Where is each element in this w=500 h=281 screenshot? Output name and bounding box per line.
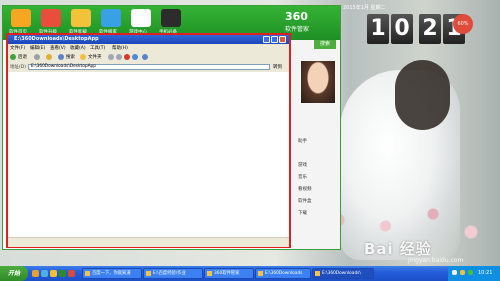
go-button[interactable]: 转到 [273,64,287,70]
side-item[interactable]: 看视频 [298,186,312,192]
trash-icon[interactable] [71,9,91,27]
search-button[interactable]: 搜索 [66,54,75,60]
clock-digit-2: 0 [391,14,413,44]
wallpaper-figure-hair [395,60,450,130]
back-arrow-icon[interactable] [10,54,16,60]
quicklaunch-icon[interactable] [41,270,48,277]
folders-icon[interactable] [80,54,86,60]
folder-content-area[interactable] [8,72,289,237]
explorer-titlebar[interactable]: E:\360Downloads\DesktopApp [8,35,289,44]
browser-icon [85,271,90,276]
search-icon[interactable] [58,54,64,60]
explorer-title: E:\360Downloads\DesktopApp [14,36,99,42]
app-360-icon [207,271,212,276]
taskbar-item-label: 百度一下，你就知道 [92,271,131,276]
baidu-watermark-url: jingyan.baidu.com [408,257,464,264]
address-label: 地址(D) [10,65,26,70]
tray-icon[interactable] [460,270,465,275]
memory-ball[interactable]: 60% [453,14,473,34]
views-icon[interactable] [142,54,148,60]
tray-icon[interactable] [468,270,473,275]
quicklaunch-icon[interactable] [50,270,57,277]
taskbar-item[interactable]: E:\百度经验\作业 [143,268,203,279]
upgrade-icon[interactable] [41,9,61,27]
side-item[interactable]: 助手 [298,138,307,144]
folder-icon [315,271,320,276]
folder-icon [258,271,263,276]
menu-edit[interactable]: 编辑(E) [30,45,45,51]
tray-icon[interactable] [452,270,457,275]
forward-arrow-icon[interactable] [34,54,40,60]
taskbar-item[interactable]: 360软件管家 [204,268,254,279]
side-item[interactable]: 下载 [298,210,307,216]
delete-icon[interactable] [124,54,130,60]
clock-digit-3: 2 [419,14,441,44]
monitor-icon[interactable] [101,9,121,27]
menu-tools[interactable]: 工具(T) [90,45,105,51]
close-button[interactable] [279,36,286,43]
quicklaunch-icon[interactable] [68,270,75,277]
address-value[interactable]: E:\360Downloads\DesktopApp [31,64,96,69]
taskbar-item[interactable]: E:\360Downloads [255,268,311,279]
taskbar-item-label: E:\百度经验\作业 [153,271,186,276]
up-folder-icon[interactable] [46,54,52,60]
side-item[interactable]: 音乐 [298,174,307,180]
avatar [301,61,335,103]
explorer-window: E:\360Downloads\DesktopApp 文件(F) 编辑(E) 查… [8,35,289,247]
side-item[interactable]: 游戏 [298,162,307,168]
menu-help[interactable]: 帮助(H) [112,45,128,51]
baidu-watermark: Bai 经验 [364,240,432,258]
phone-icon[interactable] [161,9,181,27]
menu-view[interactable]: 查看(V) [50,45,66,51]
logo-360: 360 [285,10,308,23]
menu-favorites[interactable]: 收藏(A) [70,45,86,51]
taskbar-item-active[interactable]: E:\360Downloads\ [312,268,374,279]
taskbar-item[interactable]: 百度一下，你就知道 [82,268,142,279]
taskbar-item-label: E:\360Downloads\ [322,271,361,276]
folder-icon [146,271,151,276]
side-item[interactable]: 软件盒 [298,198,312,204]
minimize-button[interactable] [263,36,270,43]
folders-button[interactable]: 文件夹 [88,54,102,60]
logo-360-subtitle: 软件管家 [285,26,310,33]
gamepad-icon[interactable] [131,9,151,27]
undo-icon[interactable] [132,54,138,60]
clock-digit-1: 1 [367,14,389,44]
taskbar-item-label: 360软件管家 [214,271,240,276]
copy-to-icon[interactable] [116,54,122,60]
quicklaunch-icon[interactable] [32,270,39,277]
menu-file[interactable]: 文件(F) [10,45,25,51]
quicklaunch-icon[interactable] [59,270,66,277]
back-button[interactable]: 后退 [18,54,27,60]
tray-clock[interactable]: 10:21 [478,270,492,276]
maximize-button[interactable] [271,36,278,43]
taskbar-item-label: E:\360Downloads [265,271,303,276]
start-button[interactable]: 开始 [0,266,28,281]
search-button[interactable]: 搜索 [314,40,336,49]
status-bar [8,237,289,247]
house-icon[interactable] [11,9,31,27]
move-to-icon[interactable] [108,54,114,60]
